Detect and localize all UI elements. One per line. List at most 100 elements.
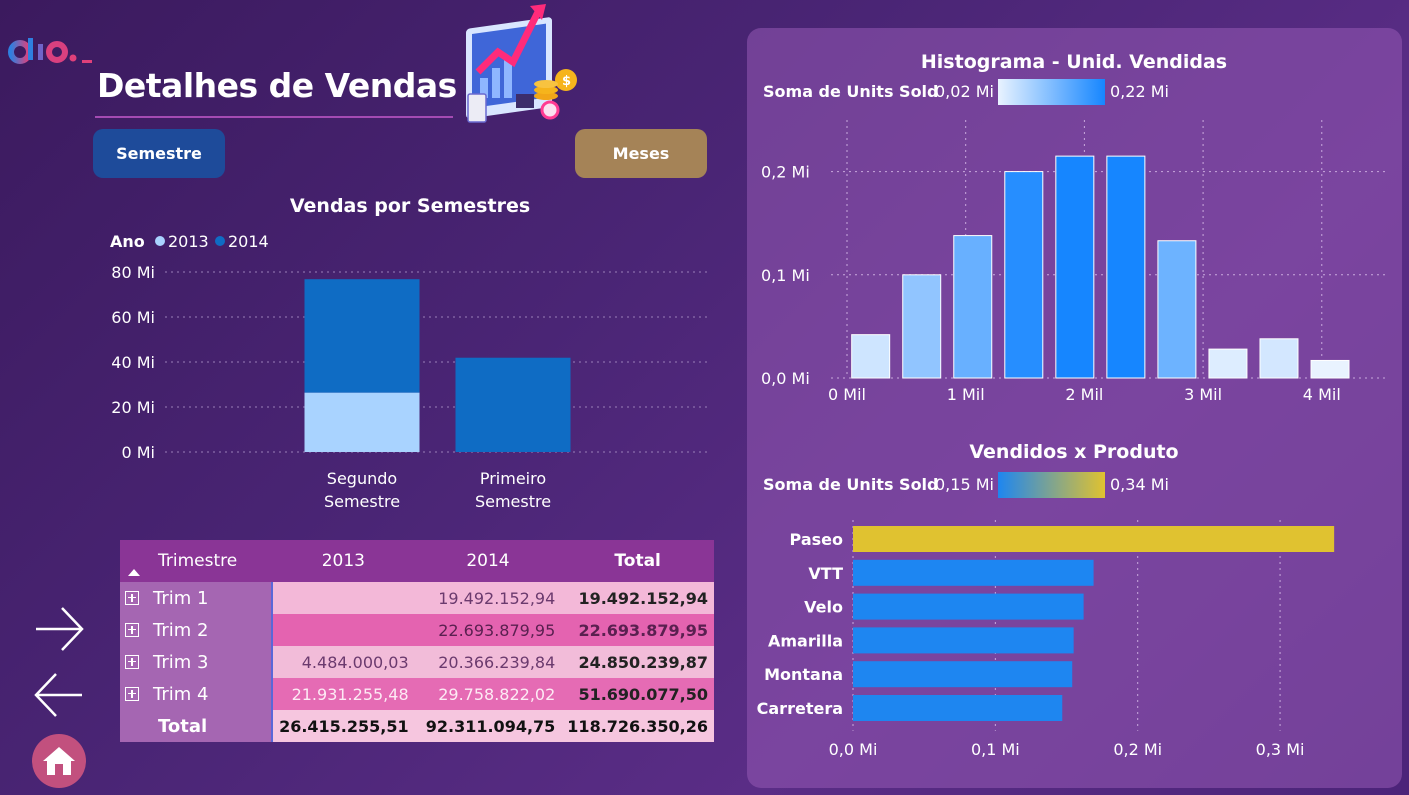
expand-plus-icon[interactable] <box>125 654 139 669</box>
row-label: Trim 3 <box>153 651 209 673</box>
semestre-button[interactable]: Semestre <box>93 129 225 178</box>
histogram-bar <box>1208 348 1248 379</box>
table-header-row: Trimestre 2013 2014 Total <box>120 540 714 582</box>
legend-min: 0,02 Mi <box>935 82 994 101</box>
home-button[interactable] <box>32 734 86 788</box>
row-header[interactable]: Trim 1 <box>120 582 274 614</box>
home-icon <box>43 747 75 775</box>
category-label: Montana <box>764 665 843 684</box>
row-header[interactable]: Trim 3 <box>120 646 274 678</box>
legend-gradient <box>998 79 1105 105</box>
product-bar <box>853 593 1084 620</box>
y-tick-label: 0,0 Mi <box>761 369 810 388</box>
chart-title: Histograma - Unid. Vendidas <box>921 51 1227 73</box>
chart-title: Vendidos x Produto <box>969 441 1178 463</box>
category-label: Carretera <box>757 699 843 718</box>
y-tick-label: 40 Mi <box>111 353 155 372</box>
category-label: Velo <box>804 598 843 617</box>
arrow-left-icon[interactable] <box>30 666 88 724</box>
chart-bars <box>851 155 1350 379</box>
chart-axis-labels: 0 Mil 1 Mil 2 Mil 3 Mil 4 Mil <box>828 385 1341 404</box>
x-tick-label: Primeiro <box>480 469 546 488</box>
chart-title: Vendas por Semestres <box>290 195 530 217</box>
y-tick-label: 0,1 Mi <box>761 266 810 285</box>
row-label: Total <box>158 715 208 737</box>
x-tick-label: 0,0 Mi <box>829 740 878 759</box>
expand-plus-icon[interactable] <box>125 590 139 605</box>
column-header-2014[interactable]: 2014 <box>414 540 562 582</box>
x-tick-label: Semestre <box>475 492 551 511</box>
table-row: Trim 1 19.492.152,94 19.492.152,94 <box>120 582 714 614</box>
bar-2014 <box>304 279 420 393</box>
cell-2014: 20.366.239,84 <box>414 646 562 678</box>
cell-2014: 22.693.879,95 <box>414 614 562 646</box>
chart-axis-labels: Paseo VTT Velo Amarilla Montana Carretera <box>757 530 843 718</box>
y-tick-label: 60 Mi <box>111 308 155 327</box>
product-bar <box>853 627 1074 654</box>
legend-max: 0,22 Mi <box>1110 82 1169 101</box>
chart-legend: Ano 2013 2014 <box>110 232 269 251</box>
histogram-bar <box>953 235 993 379</box>
chart-axis-labels: Segundo Semestre Primeiro Semestre <box>324 469 551 511</box>
histogram-bar <box>902 274 942 379</box>
x-tick-label: 0,1 Mi <box>971 740 1020 759</box>
legend-label: Soma de Units Sold <box>763 82 939 101</box>
y-tick-label: 20 Mi <box>111 398 155 417</box>
legend-label: 2013 <box>168 232 209 251</box>
product-bar <box>853 695 1063 721</box>
cell-2013: 4.484.000,03 <box>272 646 415 678</box>
x-tick-label: 1 Mil <box>947 385 985 404</box>
table-row: Trim 2 22.693.879,95 22.693.879,95 <box>120 614 714 646</box>
quarter-matrix-table: Trimestre 2013 2014 Total Trim 1 19.492.1… <box>120 540 714 742</box>
column-header-trimestre[interactable]: Trimestre <box>120 540 273 582</box>
cell-total: 51.690.077,50 <box>561 678 714 710</box>
column-header-2013[interactable]: 2013 <box>272 540 415 582</box>
row-header[interactable]: Trim 4 <box>120 678 274 710</box>
arrow-right-icon[interactable] <box>30 600 88 658</box>
row-header[interactable]: Trim 2 <box>120 614 274 646</box>
row-label: Trim 2 <box>153 619 209 641</box>
row-label: Trim 4 <box>153 683 209 705</box>
product-bar <box>853 526 1335 552</box>
legend-label: Soma de Units Sold <box>763 475 939 494</box>
bar-2013 <box>304 392 420 452</box>
cell-total: 118.726.350,26 <box>561 710 714 742</box>
cell-total: 22.693.879,95 <box>561 614 714 646</box>
x-tick-label: 0,3 Mi <box>1256 740 1305 759</box>
column-header-total[interactable]: Total <box>561 540 714 582</box>
histogram-bar <box>1055 155 1095 379</box>
chart-legend: Soma de Units Sold0,15 Mi 0,34 Mi <box>763 472 1169 498</box>
total-row: Total 26.415.255,51 92.311.094,75 118.726.3… <box>120 710 714 742</box>
legend-marker <box>155 236 165 246</box>
cell-2014: 29.758.822,02 <box>414 678 562 710</box>
meses-button[interactable]: Meses <box>575 129 707 178</box>
x-tick-label: Semestre <box>324 492 400 511</box>
cell-total: 24.850.239,87 <box>561 646 714 678</box>
cell-2013: 21.931.255,48 <box>272 678 415 710</box>
product-bar <box>853 559 1094 586</box>
chart-legend: Soma de Units Sold0,02 Mi 0,22 Mi <box>763 79 1169 105</box>
cell-2014: 19.492.152,94 <box>414 582 562 614</box>
cell-2014: 92.311.094,75 <box>414 710 562 742</box>
legend-title: Ano <box>110 232 145 251</box>
histogram-bar <box>1106 155 1146 379</box>
histogram-bar <box>1259 338 1299 379</box>
legend-marker <box>215 236 225 246</box>
category-label: Paseo <box>790 530 843 549</box>
finance-illustration-icon: $ <box>466 4 577 123</box>
sort-ascending-icon[interactable] <box>128 569 140 576</box>
row-header: Total <box>120 710 274 742</box>
table-row: Trim 4 21.931.255,48 29.758.822,02 51.690.0… <box>120 678 714 710</box>
x-tick-label: 3 Mil <box>1184 385 1222 404</box>
x-tick-label: 0 Mil <box>828 385 866 404</box>
legend-label: 2014 <box>228 232 269 251</box>
expand-plus-icon[interactable] <box>125 686 139 701</box>
histogram-bar <box>1004 171 1044 379</box>
cell-2013 <box>272 614 415 646</box>
histogram-bar <box>851 334 891 379</box>
bar-2014 <box>455 357 571 452</box>
legend-gradient <box>998 472 1105 498</box>
expand-plus-icon[interactable] <box>125 622 139 637</box>
x-tick-label: 4 Mil <box>1303 385 1341 404</box>
chart-bars <box>853 526 1335 721</box>
